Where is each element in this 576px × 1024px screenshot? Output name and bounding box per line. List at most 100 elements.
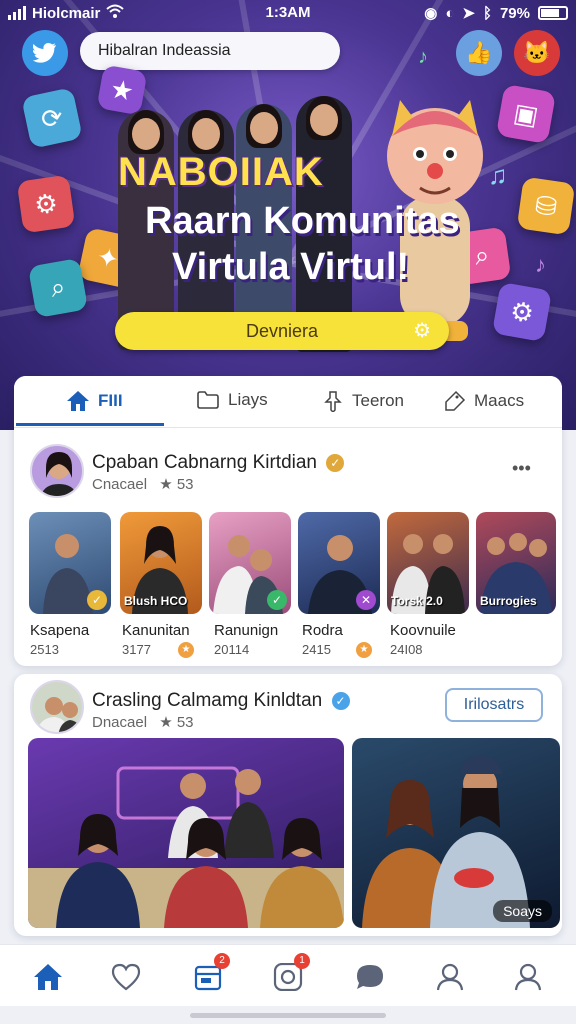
home-icon	[67, 391, 89, 411]
bluetooth-icon: ᛒ	[482, 4, 492, 22]
music-note-icon: ♪	[535, 252, 546, 277]
mascot-avatar-icon[interactable]: 🐱	[514, 30, 560, 76]
tab-label: Maacs	[474, 391, 525, 410]
chat-icon	[357, 965, 383, 989]
tile-count: 2415	[302, 642, 331, 657]
hero-title-line1: NABOIIAK	[118, 150, 324, 194]
twitter-bird-icon[interactable]	[22, 30, 68, 76]
post-author[interactable]: Cpaban Cabnarng Kirtdian ✓	[92, 452, 345, 474]
nav-people[interactable]	[430, 957, 470, 997]
alarm-icon: ◉	[424, 5, 438, 22]
more-options-icon[interactable]: •••	[512, 458, 531, 479]
post-author[interactable]: Crasling Calmamg Kinldtan ✓	[92, 690, 350, 712]
post-subtitle: Cnacael	[92, 476, 148, 493]
tile-tag: Burrogies	[480, 594, 537, 608]
tab-folders[interactable]: Liays	[196, 390, 268, 410]
tab-pins[interactable]: Teeron	[322, 390, 404, 412]
heart-icon	[111, 963, 141, 991]
gear-icon: ⚙	[413, 320, 431, 342]
avatar[interactable]	[30, 680, 84, 734]
active-tab-indicator	[16, 423, 164, 426]
battery-percent: 79%	[499, 4, 530, 22]
nav-calendar[interactable]: 2	[188, 953, 230, 997]
tile-count: 3177	[122, 642, 151, 657]
star-icon: ★	[159, 714, 173, 731]
bottom-nav: 2 1	[0, 944, 576, 1006]
tile-tag: Torsk 2.0	[391, 594, 443, 608]
close-badge-icon: ✕	[356, 590, 376, 610]
home-indicator	[190, 1013, 386, 1018]
magnify-icon: ⌕	[27, 257, 89, 319]
avatar[interactable]	[30, 444, 84, 498]
refresh-icon: ⟳	[21, 87, 83, 149]
tab-label: Teeron	[352, 391, 404, 410]
post-author-name: Cpaban Cabnarng Kirtdian	[92, 452, 317, 473]
window-icon: ▣	[495, 83, 557, 145]
home-icon	[34, 964, 62, 990]
notification-badge: 2	[214, 953, 230, 969]
tab-home[interactable]: FIII	[66, 390, 123, 412]
follow-button[interactable]: Irilosatrs	[445, 688, 543, 722]
post-rating: 53	[176, 714, 194, 731]
tile-count: 24I08	[390, 642, 423, 657]
post-meta: Cnacael ★ 53	[92, 475, 194, 493]
cta-button[interactable]: Devniera ⚙	[115, 312, 449, 350]
person-icon	[436, 963, 464, 991]
post-author-name: Crasling Calmamg Kinldtan	[92, 690, 323, 711]
thumbs-up-icon[interactable]: 👍	[456, 30, 502, 76]
verified-badge-icon: ✓	[331, 691, 350, 710]
story-tile[interactable]: Burrogies	[476, 512, 556, 614]
verified-badge-icon: ✓	[87, 590, 107, 610]
post-subtitle: Dnacael	[92, 714, 148, 731]
tile-count: 20114	[214, 642, 250, 657]
battery-icon	[538, 6, 568, 20]
hero-title-line2: Raarn Komunitas	[145, 200, 460, 242]
location-icon: ➤	[462, 5, 475, 22]
profile-icon	[514, 963, 542, 991]
hero-title-line3: Virtula Virtul!	[172, 246, 410, 288]
star-badge-icon: ★	[356, 642, 372, 658]
tile-name: Koovnuile	[390, 622, 456, 639]
settings-icon: ⚙	[491, 281, 553, 343]
notification-badge: 1	[294, 953, 310, 969]
nav-profile[interactable]	[508, 957, 548, 997]
nav-chat[interactable]	[350, 957, 390, 997]
post-photo[interactable]	[28, 738, 344, 928]
hero-banner: Hiolcmair 1:3AM ◉ ◐ ➤ ᛒ 79% Hibalran Ind…	[0, 0, 576, 430]
nav-instagram[interactable]: 1	[268, 953, 310, 997]
tab-bar: FIII Liays Teeron Maacs	[14, 376, 562, 428]
focus-icon: ◐	[445, 4, 455, 22]
nav-favorites[interactable]	[106, 957, 146, 997]
music-note-icon: ♪	[418, 46, 428, 68]
tile-tag: Blush HCO	[124, 594, 188, 608]
star-icon: ★	[96, 64, 148, 116]
story-tile[interactable]: Blush HCO	[120, 512, 202, 614]
status-bar: Hiolcmair 1:3AM ◉ ◐ ➤ ᛒ 79%	[0, 0, 576, 26]
star-badge-icon: ★	[178, 642, 194, 658]
tab-label: Liays	[228, 390, 268, 409]
post-photo[interactable]: Soays	[352, 738, 560, 928]
tile-name: Ksapena	[30, 622, 90, 639]
folder-icon	[197, 391, 219, 409]
pin-icon	[324, 391, 342, 412]
photo-tag: Soays	[493, 900, 552, 922]
tab-label: FIII	[98, 391, 123, 410]
post-rating: 53	[176, 476, 194, 493]
check-badge-icon: ✓	[267, 590, 287, 610]
post-meta: Dnacael ★ 53	[92, 713, 194, 731]
cta-label: Devniera	[245, 321, 319, 341]
story-tile[interactable]: ✓	[29, 512, 111, 614]
star-icon: ★	[159, 476, 173, 493]
nav-home[interactable]	[28, 957, 68, 997]
tile-name: Ranunign	[214, 622, 279, 639]
story-tile[interactable]: ✓	[209, 512, 291, 614]
tag-icon	[445, 390, 466, 411]
shopping-bag-icon: ⛁	[516, 176, 576, 236]
tile-count: 2513	[30, 642, 59, 657]
story-tile[interactable]: ✕	[298, 512, 380, 614]
story-tile[interactable]: Torsk 2.0	[387, 512, 469, 614]
search-input[interactable]: Hibalran Indeassia	[80, 32, 340, 70]
tab-tags[interactable]: Maacs	[444, 390, 524, 412]
music-note-icon: ♫	[488, 160, 508, 190]
verified-badge-icon: ✓	[326, 453, 345, 472]
